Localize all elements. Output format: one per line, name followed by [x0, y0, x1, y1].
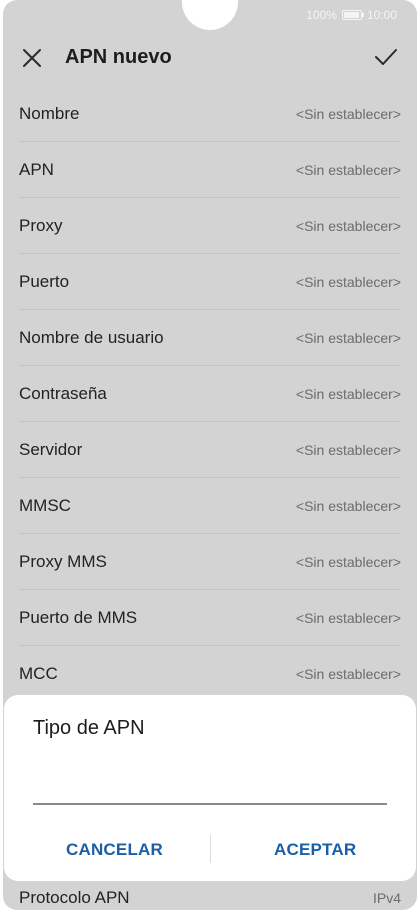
apn-settings-list: Nombre <Sin establecer> APN <Sin estable… — [3, 86, 417, 702]
field-label: Protocolo APN — [19, 888, 130, 907]
field-value: <Sin establecer> — [295, 330, 401, 346]
field-row-mmsc[interactable]: MMSC <Sin establecer> — [19, 478, 401, 534]
field-value: <Sin establecer> — [295, 554, 401, 570]
field-value: <Sin establecer> — [295, 610, 401, 626]
close-icon[interactable] — [20, 46, 44, 70]
field-row-nombre-usuario[interactable]: Nombre de usuario <Sin establecer> — [19, 310, 401, 366]
field-row-proxy-mms[interactable]: Proxy MMS <Sin establecer> — [19, 534, 401, 590]
field-label: Proxy MMS — [19, 552, 107, 571]
field-value: <Sin establecer> — [295, 498, 401, 514]
toolbar: APN nuevo — [3, 30, 417, 86]
battery-icon — [341, 10, 364, 20]
apn-type-dialog: Tipo de APN CANCELAR ACEPTAR — [4, 695, 416, 881]
field-row-proxy[interactable]: Proxy <Sin establecer> — [19, 198, 401, 254]
field-value: <Sin establecer> — [295, 274, 401, 290]
field-label: Puerto — [19, 272, 70, 291]
field-value: IPv4 — [372, 890, 401, 906]
accept-button[interactable]: ACEPTAR — [274, 840, 356, 860]
cancel-button[interactable]: CANCELAR — [66, 840, 163, 860]
field-value: <Sin establecer> — [295, 442, 401, 458]
status-indicators: 100% 10:00 — [306, 8, 397, 22]
field-label: Proxy — [19, 216, 63, 235]
field-row-puerto-mms[interactable]: Puerto de MMS <Sin establecer> — [19, 590, 401, 646]
field-row-contrasena[interactable]: Contraseña <Sin establecer> — [19, 366, 401, 422]
apn-type-input[interactable] — [33, 803, 387, 805]
field-value: <Sin establecer> — [295, 218, 401, 234]
field-label: Puerto de MMS — [19, 608, 138, 627]
dialog-title: Tipo de APN — [33, 717, 145, 739]
page-title: APN nuevo — [65, 46, 172, 68]
field-value: <Sin establecer> — [295, 162, 401, 178]
field-value: <Sin establecer> — [295, 106, 401, 122]
field-row-servidor[interactable]: Servidor <Sin establecer> — [19, 422, 401, 478]
field-label: MCC — [19, 664, 58, 683]
field-label: Servidor — [19, 440, 83, 459]
field-row-nombre[interactable]: Nombre <Sin establecer> — [19, 86, 401, 142]
field-value: <Sin establecer> — [295, 386, 401, 402]
field-label: Nombre de usuario — [19, 328, 164, 347]
field-row-protocolo-apn[interactable]: Protocolo APN IPv4 — [19, 881, 401, 910]
field-value: <Sin establecer> — [295, 666, 401, 682]
status-bar: 100% 10:00 — [3, 0, 417, 30]
camera-notch — [182, 0, 238, 30]
battery-percent: 100% — [306, 8, 337, 22]
phone-screen: 100% 10:00 APN nuevo Nombre <Sin estable… — [3, 0, 417, 910]
check-icon[interactable] — [373, 44, 399, 70]
field-label: APN — [19, 160, 54, 179]
clock: 10:00 — [366, 8, 397, 22]
field-row-puerto[interactable]: Puerto <Sin establecer> — [19, 254, 401, 310]
field-row-apn[interactable]: APN <Sin establecer> — [19, 142, 401, 198]
field-label: MMSC — [19, 496, 71, 515]
field-label: Contraseña — [19, 384, 107, 403]
field-label: Nombre — [19, 104, 80, 123]
button-divider — [210, 835, 211, 863]
field-row-mcc[interactable]: MCC <Sin establecer> — [19, 646, 401, 702]
